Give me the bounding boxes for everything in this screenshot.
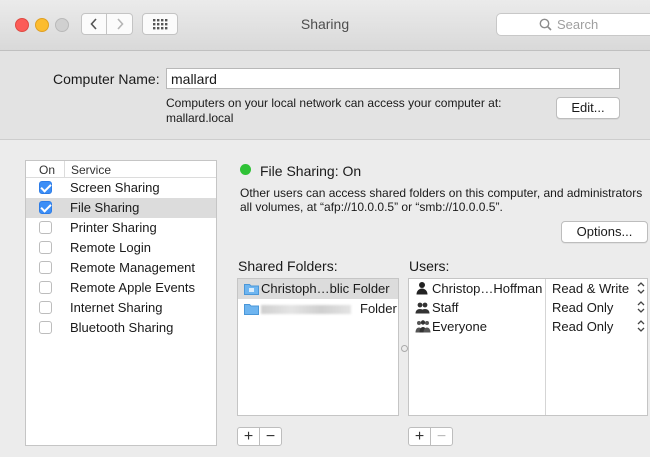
computer-address-info: Computers on your local network can acce… xyxy=(166,96,501,126)
list-item[interactable]: Bluetooth Sharing xyxy=(26,318,216,338)
shared-folders-label: Shared Folders: xyxy=(238,258,338,274)
user-name: Christop…Hoffman xyxy=(432,281,543,296)
service-list: On Service Screen Sharing File Sharing Pri… xyxy=(25,160,217,446)
on-column-header: On xyxy=(39,163,56,177)
shared-folders-list[interactable]: Christoph…blic Folder Folder xyxy=(237,278,399,416)
service-checkbox[interactable] xyxy=(39,261,52,274)
service-description: Other users can access shared folders on… xyxy=(240,186,643,214)
service-label: Remote Login xyxy=(70,240,151,255)
everyone-icon xyxy=(415,320,431,333)
computer-name-section: Computer Name: mallard Computers on your… xyxy=(0,51,650,140)
group-icon xyxy=(415,302,430,314)
service-label: Screen Sharing xyxy=(70,180,160,195)
list-item[interactable]: Remote Apple Events xyxy=(26,278,216,298)
up-down-arrows-icon xyxy=(637,282,645,294)
add-folder-button[interactable]: + xyxy=(238,428,259,445)
titlebar: Sharing Search xyxy=(0,0,650,51)
service-checkbox[interactable] xyxy=(39,201,52,214)
up-down-arrows-icon xyxy=(637,320,645,332)
search-field[interactable]: Search xyxy=(496,13,650,36)
users-label: Users: xyxy=(409,258,450,274)
list-item[interactable]: Remote Management xyxy=(26,258,216,278)
service-label: Internet Sharing xyxy=(70,300,163,315)
local-hostname: mallard.local xyxy=(166,111,234,125)
service-checkbox[interactable] xyxy=(39,181,52,194)
table-row[interactable]: Christop…Hoffman Read & Write xyxy=(409,279,647,298)
service-label: Printer Sharing xyxy=(70,220,157,235)
up-down-arrows-icon xyxy=(637,301,645,313)
service-checkbox[interactable] xyxy=(39,301,52,314)
list-item[interactable]: Folder xyxy=(238,299,398,319)
service-checkbox[interactable] xyxy=(39,221,52,234)
list-item[interactable]: Internet Sharing xyxy=(26,298,216,318)
single-user-icon xyxy=(416,282,428,295)
remove-user-button[interactable]: − xyxy=(430,428,452,445)
folder-name: Christoph…blic Folder xyxy=(261,281,390,296)
service-label: Remote Management xyxy=(70,260,196,275)
address-info-line: Computers on your local network can acce… xyxy=(166,96,502,110)
edit-button[interactable]: Edit... xyxy=(556,97,620,119)
service-label: File Sharing xyxy=(70,200,140,215)
sharing-window: Sharing Search Computer Name: mallard Co… xyxy=(0,0,650,457)
service-label: Bluetooth Sharing xyxy=(70,320,174,335)
options-button[interactable]: Options... xyxy=(561,221,648,243)
service-checkbox[interactable] xyxy=(39,241,52,254)
list-item[interactable]: Screen Sharing xyxy=(26,178,216,198)
table-row[interactable]: Staff Read Only xyxy=(409,298,647,317)
folder-icon xyxy=(244,304,259,315)
splitter-handle[interactable] xyxy=(401,345,408,352)
search-icon xyxy=(539,18,552,31)
service-label: Remote Apple Events xyxy=(70,280,196,295)
user-name: Staff xyxy=(432,300,459,315)
permission-select[interactable]: Read & Write xyxy=(552,281,629,296)
status-indicator-icon xyxy=(240,164,251,175)
permission-select[interactable]: Read Only xyxy=(552,300,613,315)
service-checkbox[interactable] xyxy=(39,281,52,294)
computer-name-field[interactable]: mallard xyxy=(166,68,620,89)
folder-icon xyxy=(244,284,259,295)
permission-select[interactable]: Read Only xyxy=(552,319,613,334)
service-status: File Sharing: On xyxy=(260,163,362,179)
table-row[interactable]: Everyone Read Only xyxy=(409,317,647,336)
folder-name: Folder xyxy=(360,301,397,316)
remove-folder-button[interactable]: − xyxy=(259,428,281,445)
list-item[interactable]: Printer Sharing xyxy=(26,218,216,238)
search-placeholder: Search xyxy=(557,17,599,32)
users-list[interactable]: Christop…Hoffman Read & Write Staff Read… xyxy=(408,278,648,416)
add-user-button[interactable]: + xyxy=(409,428,430,445)
list-item[interactable]: Remote Login xyxy=(26,238,216,258)
service-list-header: On Service xyxy=(26,161,216,178)
service-column-header: Service xyxy=(71,163,112,177)
user-name: Everyone xyxy=(432,319,487,334)
computer-name-label: Computer Name: xyxy=(53,71,160,87)
service-checkbox[interactable] xyxy=(39,321,52,334)
list-item[interactable]: File Sharing xyxy=(26,198,216,218)
user-add-remove-control: + − xyxy=(408,427,453,446)
list-item[interactable]: Christoph…blic Folder xyxy=(238,279,398,299)
redacted-folder-name xyxy=(261,301,351,317)
folder-add-remove-control: + − xyxy=(237,427,282,446)
